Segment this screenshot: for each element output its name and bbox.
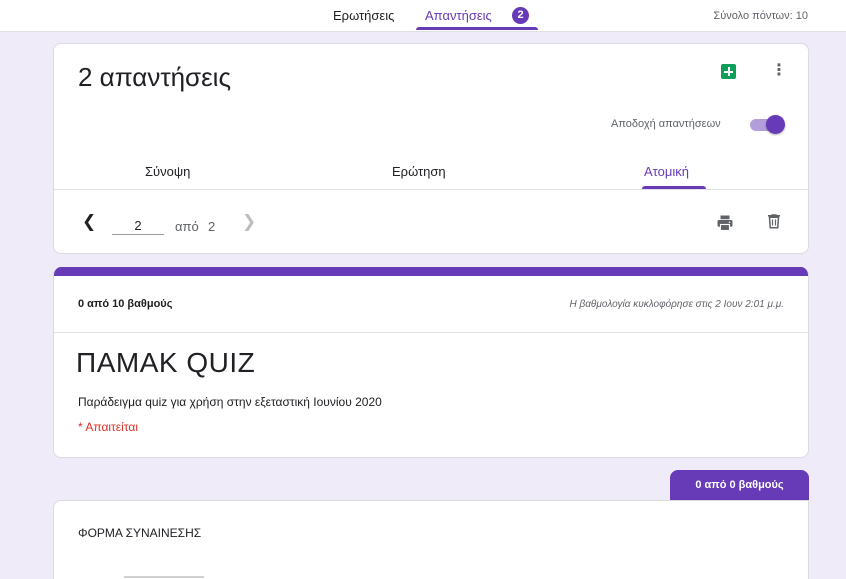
pager-total: 2: [208, 219, 216, 234]
active-tab-indicator: [416, 27, 538, 30]
responses-count-badge: 2: [512, 7, 529, 24]
response-score: 0 από 10 βαθμούς: [78, 298, 173, 310]
section-card: ΦΟΡΜΑ ΣΥΝΑΙΝΕΣΗΣ: [53, 500, 809, 579]
accept-responses-label: Αποδοχή απαντήσεων: [611, 118, 721, 130]
sheets-icon[interactable]: [721, 64, 736, 79]
responses-count-title: 2 απαντήσεις: [78, 62, 231, 92]
divider: [54, 332, 808, 333]
print-icon[interactable]: [716, 214, 734, 232]
form-title: ΠΑΜΑΚ QUIZ: [76, 347, 256, 378]
pager-of-label: από: [175, 219, 199, 234]
total-points: Σύνολο πόντων: 10: [713, 10, 808, 22]
response-header-card: 0 από 10 βαθμούς Η βαθμολογία κυκλοφόρησ…: [53, 267, 809, 458]
page-number-input[interactable]: [112, 211, 164, 235]
divider: [54, 189, 808, 190]
tab-questions[interactable]: Ερωτήσεις: [333, 8, 394, 23]
accept-responses-toggle[interactable]: [748, 114, 786, 134]
top-bar: Ερωτήσεις Απαντήσεις 2 Σύνολο πόντων: 10: [0, 0, 846, 32]
theme-accent-bar: [54, 267, 808, 276]
tab-question[interactable]: Ερώτηση: [392, 164, 446, 179]
form-description: Παράδειγμα quiz για χρήση στην εξεταστικ…: [78, 395, 382, 409]
chevron-left-icon[interactable]: ❮: [82, 212, 96, 232]
section-score-badge: 0 από 0 βαθμούς: [670, 470, 809, 501]
chevron-right-icon[interactable]: ❯: [242, 212, 256, 232]
score-released-note: Η βαθμολογία κυκλοφόρησε στις 2 Ιουν 2:0…: [569, 299, 785, 310]
delete-icon[interactable]: [765, 212, 783, 230]
more-vert-icon[interactable]: ⋮: [769, 61, 789, 81]
responses-summary-card: 2 απαντήσεις ⋮ Αποδοχή απαντήσεων Σύνοψη…: [53, 43, 809, 254]
tab-individual[interactable]: Ατομική: [644, 164, 689, 179]
section-image-preview: [124, 576, 204, 578]
tab-summary[interactable]: Σύνοψη: [145, 164, 190, 179]
required-note: * Απαιτείται: [78, 420, 138, 434]
tab-responses[interactable]: Απαντήσεις: [425, 8, 492, 23]
section-title: ΦΟΡΜΑ ΣΥΝΑΙΝΕΣΗΣ: [78, 526, 202, 540]
toggle-knob: [766, 115, 785, 134]
